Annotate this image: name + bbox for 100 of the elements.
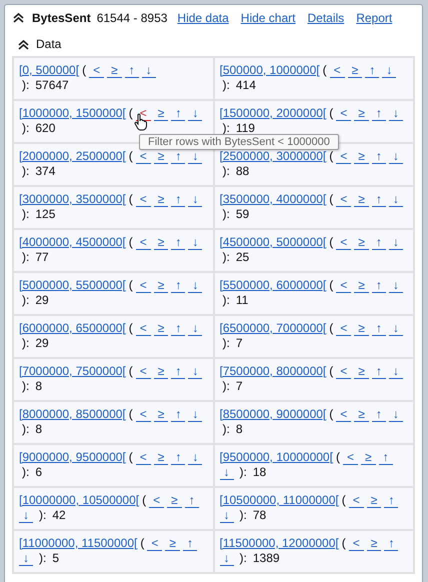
filter-link[interactable]: < — [336, 236, 352, 250]
filter-link[interactable]: ↑ — [171, 193, 186, 207]
filter-link[interactable]: < — [136, 193, 151, 207]
filter-link[interactable]: ↑ — [365, 64, 380, 78]
filter-link[interactable]: ↓ — [388, 193, 403, 207]
filter-link[interactable]: ↑ — [372, 236, 386, 250]
range-link[interactable]: [6000000, 6500000[ — [19, 321, 126, 335]
filter-link[interactable]: ↑ — [171, 451, 186, 465]
filter-link[interactable]: < — [336, 150, 352, 164]
range-link[interactable]: [3500000, 4000000[ — [220, 192, 326, 206]
range-link[interactable]: [7000000, 7500000[ — [19, 364, 126, 378]
filter-link[interactable]: < — [348, 494, 364, 508]
filter-link[interactable]: ↓ — [220, 552, 234, 566]
filter-link[interactable]: < — [136, 451, 151, 465]
filter-link[interactable]: ≥ — [354, 193, 369, 207]
filter-link[interactable]: ≥ — [154, 193, 168, 207]
filter-link[interactable]: ↑ — [184, 494, 199, 508]
filter-link[interactable]: < — [136, 322, 151, 336]
filter-link[interactable]: ↓ — [142, 64, 156, 78]
header-link[interactable]: Hide data — [177, 10, 229, 24]
filter-link[interactable]: ↑ — [182, 537, 197, 551]
filter-link[interactable]: ≥ — [154, 451, 168, 465]
filter-link[interactable]: ↑ — [372, 150, 386, 164]
range-link[interactable]: [10000000, 10500000[ — [19, 493, 140, 507]
filter-link[interactable]: ↓ — [188, 365, 202, 379]
filter-link[interactable]: ↓ — [388, 236, 403, 250]
filter-link[interactable]: ≥ — [348, 64, 362, 78]
filter-link[interactable]: ↓ — [188, 451, 202, 465]
header-link[interactable]: Hide chart — [240, 10, 296, 24]
filter-link[interactable]: ↓ — [188, 279, 202, 293]
range-link[interactable]: [8000000, 8500000[ — [19, 407, 126, 421]
filter-link[interactable]: ↑ — [372, 408, 386, 422]
filter-link[interactable]: ↑ — [124, 64, 139, 78]
header-link[interactable]: Details — [308, 10, 344, 24]
range-link[interactable]: [10500000, 11000000[ — [220, 493, 339, 507]
filter-link[interactable]: ↑ — [372, 107, 386, 121]
filter-link[interactable]: ≥ — [154, 365, 168, 379]
filter-link[interactable]: ≥ — [354, 107, 369, 121]
filter-link[interactable]: ≥ — [360, 451, 376, 465]
filter-link[interactable]: ≥ — [154, 107, 168, 121]
range-link[interactable]: [5500000, 6000000[ — [220, 278, 326, 292]
filter-link[interactable]: ↑ — [384, 494, 398, 508]
filter-link[interactable]: ↓ — [220, 466, 234, 480]
filter-link[interactable]: ↓ — [388, 150, 403, 164]
range-link[interactable]: [2000000, 2500000[ — [19, 149, 126, 163]
filter-link[interactable]: < — [342, 451, 358, 465]
filter-link[interactable]: ≥ — [165, 537, 180, 551]
filter-link[interactable]: ≥ — [354, 408, 369, 422]
filter-link[interactable]: ↓ — [388, 408, 403, 422]
range-link[interactable]: [2500000, 3000000[ — [220, 149, 326, 163]
range-link[interactable]: [6500000, 7000000[ — [220, 321, 326, 335]
filter-link[interactable]: ↑ — [171, 150, 186, 164]
filter-link[interactable]: ↓ — [188, 150, 202, 164]
filter-link[interactable]: ≥ — [354, 150, 369, 164]
filter-link[interactable]: ↑ — [171, 279, 186, 293]
filter-link[interactable]: ↓ — [188, 408, 202, 422]
filter-link[interactable]: ≥ — [167, 494, 182, 508]
filter-link[interactable]: ≥ — [154, 236, 168, 250]
filter-link[interactable]: ≥ — [354, 365, 369, 379]
range-link[interactable]: [11500000, 12000000[ — [220, 536, 339, 550]
filter-link[interactable]: ↓ — [382, 64, 396, 78]
filter-link[interactable]: ≥ — [107, 64, 122, 78]
range-link[interactable]: [4500000, 5000000[ — [220, 235, 326, 249]
collapse-icon[interactable] — [13, 12, 24, 23]
filter-link[interactable]: < — [336, 279, 352, 293]
filter-link[interactable]: ↑ — [372, 279, 386, 293]
filter-link[interactable]: < — [336, 193, 352, 207]
range-link[interactable]: [4000000, 4500000[ — [19, 235, 126, 249]
filter-link[interactable]: < — [136, 365, 151, 379]
filter-link[interactable]: ↑ — [171, 408, 186, 422]
filter-link[interactable]: ≥ — [354, 236, 369, 250]
header-link[interactable]: Report — [356, 10, 392, 24]
filter-link[interactable]: ≥ — [366, 537, 382, 551]
filter-link[interactable]: ≥ — [154, 408, 168, 422]
filter-link[interactable]: ↓ — [388, 322, 403, 336]
filter-link[interactable]: < — [336, 408, 352, 422]
filter-link[interactable]: ↓ — [388, 365, 403, 379]
filter-link[interactable]: ≥ — [366, 494, 382, 508]
filter-link[interactable]: ↑ — [384, 537, 398, 551]
range-link[interactable]: [1000000, 1500000[ — [19, 106, 126, 120]
filter-link[interactable]: ↓ — [188, 107, 202, 121]
filter-link[interactable]: ↓ — [388, 107, 403, 121]
filter-link[interactable]: ↑ — [372, 193, 386, 207]
range-link[interactable]: [7500000, 8000000[ — [220, 364, 326, 378]
filter-link[interactable]: < — [89, 64, 104, 78]
filter-link[interactable]: ≥ — [154, 279, 168, 293]
collapse-icon[interactable] — [18, 38, 29, 50]
range-link[interactable]: [9000000, 9500000[ — [19, 450, 126, 464]
filter-link[interactable]: ↓ — [388, 279, 403, 293]
filter-link[interactable]: ↓ — [188, 322, 202, 336]
filter-link[interactable]: ≥ — [154, 322, 168, 336]
filter-link[interactable]: ↑ — [372, 365, 386, 379]
filter-link[interactable]: ↓ — [188, 193, 202, 207]
range-link[interactable]: [1500000, 2000000[ — [220, 106, 326, 120]
filter-link[interactable]: < — [147, 537, 162, 551]
filter-link[interactable]: < — [136, 408, 151, 422]
range-link[interactable]: [5000000, 5500000[ — [19, 278, 126, 292]
filter-link[interactable]: < — [149, 494, 164, 508]
filter-link[interactable]: < — [336, 322, 352, 336]
filter-link[interactable]: < — [330, 64, 345, 78]
